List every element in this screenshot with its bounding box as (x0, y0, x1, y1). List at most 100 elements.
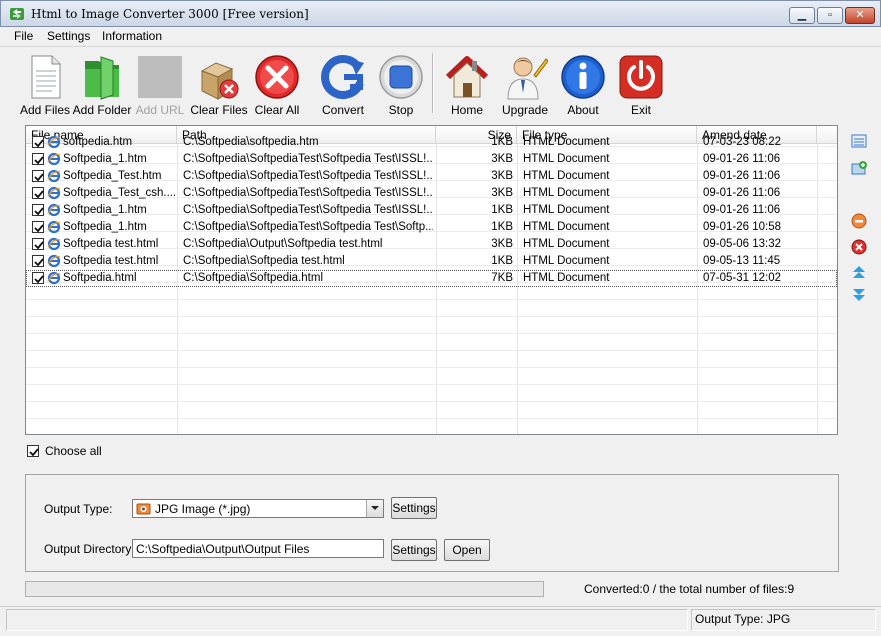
checkmark-icon (34, 241, 44, 250)
file-name-cell: Softpedia_1.htm (63, 221, 147, 233)
clear-all-icon (255, 55, 299, 99)
upgrade-icon (507, 57, 548, 100)
path-cell: C:\Softpedia\SoftpediaTest\Softpedia Tes… (183, 170, 433, 182)
html-file-icon (47, 169, 61, 183)
file-name-cell: Softpedia_Test.htm (63, 170, 162, 182)
output-directory-label: Output Directory: (44, 542, 135, 556)
menu-bar: File Settings Information (0, 27, 881, 45)
table-row[interactable]: Softpedia_1.htm C:\Softpedia\SoftpediaTes… (26, 151, 837, 168)
file-list[interactable]: File name Path Size File type Amend date… (25, 125, 838, 435)
html-file-icon (47, 186, 61, 200)
grid-line (26, 384, 837, 385)
file-name-cell: Softpedia test.html (63, 255, 159, 267)
checkmark-icon (34, 207, 44, 216)
file-type-cell: HTML Document (523, 255, 610, 267)
chevron-down-icon[interactable] (366, 500, 383, 517)
html-file-icon (47, 203, 61, 217)
stop-label: Stop (388, 103, 414, 117)
remove-item-icon[interactable] (851, 213, 867, 229)
delete-item-icon[interactable] (851, 239, 867, 255)
move-down-icon[interactable] (851, 287, 867, 303)
checkmark-icon (34, 190, 44, 199)
document-icon (31, 55, 61, 99)
choose-all-label: Choose all (45, 444, 102, 458)
output-type-select[interactable]: JPG Image (*.jpg) (132, 499, 384, 518)
table-row[interactable]: Softpedia_1.htm C:\Softpedia\SoftpediaTes… (26, 202, 837, 219)
move-up-icon[interactable] (851, 264, 867, 280)
table-row[interactable]: Softpedia_1.htm C:\Softpedia\SoftpediaTes… (26, 219, 837, 236)
row-checkbox[interactable] (32, 187, 44, 199)
grid-line (26, 333, 837, 334)
exit-button[interactable]: Exit (610, 51, 672, 117)
size-cell: 1KB (491, 204, 513, 216)
menu-information[interactable]: Information (102, 29, 162, 43)
jpg-image-icon (136, 503, 151, 515)
size-cell: 7KB (491, 272, 513, 284)
row-checkbox[interactable] (32, 272, 44, 284)
stop-button[interactable]: Stop (370, 51, 432, 117)
checkmark-icon (34, 156, 44, 165)
table-row[interactable]: Softpedia test.html C:\Softpedia\Output\S… (26, 236, 837, 253)
exit-label: Exit (630, 103, 651, 117)
size-cell: 3KB (491, 170, 513, 182)
row-checkbox[interactable] (32, 238, 44, 250)
options-panel: Output Type: JPG Image (*.jpg) Settings … (25, 474, 839, 572)
checkmark-icon (34, 173, 44, 182)
table-row[interactable]: softpedia.htm C:\Softpedia\softpedia.htm 1… (26, 134, 837, 151)
row-checkbox[interactable] (32, 204, 44, 216)
output-directory-settings-button[interactable]: Settings (391, 539, 437, 561)
menu-settings[interactable]: Settings (47, 29, 90, 43)
table-row[interactable]: Softpedia_Test.htm C:\Softpedia\Softpedia… (26, 168, 837, 185)
output-type-label: Output Type: (44, 502, 113, 516)
progress-bar (25, 581, 544, 597)
close-button[interactable]: ✕ (845, 7, 875, 24)
toolbar: Add Files Add Folder Add URL Clear Files (0, 46, 881, 118)
maximize-button[interactable]: ▫ (817, 7, 843, 24)
amend-date-cell: 07-05-31 12:02 (703, 272, 782, 284)
file-type-cell: HTML Document (523, 170, 610, 182)
file-type-cell: HTML Document (523, 272, 610, 284)
status-output-type: Output Type: JPG (695, 612, 791, 626)
file-name-cell: Softpedia.html (63, 272, 137, 284)
choose-all-box[interactable] (27, 445, 39, 457)
checkmark-icon (29, 448, 39, 457)
grid-line (26, 350, 837, 351)
path-cell: C:\Softpedia\Output\Softpedia test.html (183, 238, 383, 250)
size-cell: 3KB (491, 187, 513, 199)
file-name-cell: Softpedia test.html (63, 238, 159, 250)
menu-file[interactable]: File (14, 29, 33, 43)
amend-date-cell: 07-03-23 08:22 (703, 136, 782, 148)
table-row[interactable]: Softpedia_Test_csh.... C:\Softpedia\Softp… (26, 185, 837, 202)
checkmark-icon (34, 224, 44, 233)
table-row[interactable]: Softpedia test.html C:\Softpedia\Softpedi… (26, 253, 837, 270)
info-icon (561, 55, 605, 99)
add-item-icon[interactable] (851, 160, 867, 176)
row-checkbox[interactable] (32, 153, 44, 165)
row-checkbox[interactable] (32, 221, 44, 233)
output-type-settings-button[interactable]: Settings (391, 497, 437, 519)
file-type-cell: HTML Document (523, 187, 610, 199)
file-name-cell: Softpedia_1.htm (63, 153, 147, 165)
title-bar: Html to Image Converter 3000 [Free versi… (0, 0, 881, 27)
row-checkbox[interactable] (32, 170, 44, 182)
output-directory-input[interactable] (132, 539, 384, 558)
size-cell: 3KB (491, 153, 513, 165)
amend-date-cell: 09-05-13 11:45 (703, 255, 781, 267)
file-type-cell: HTML Document (523, 153, 610, 165)
output-type-value: JPG Image (*.jpg) (155, 502, 251, 516)
clear-files-icon (200, 62, 239, 100)
html-file-icon (47, 220, 61, 234)
grid-line (26, 299, 837, 300)
path-cell: C:\Softpedia\SoftpediaTest\Softpedia Tes… (183, 204, 433, 216)
row-checkbox[interactable] (32, 255, 44, 267)
checkmark-icon (34, 258, 44, 267)
table-row[interactable]: Softpedia.html C:\Softpedia\Softpedia.htm… (26, 270, 837, 287)
list-view-icon[interactable] (851, 133, 867, 149)
row-checkbox[interactable] (32, 136, 44, 148)
clear-all-button[interactable]: Clear All (246, 51, 308, 117)
convert-icon (321, 55, 364, 99)
status-bar: Output Type: JPG (0, 606, 881, 636)
minimize-button[interactable]: ▁ (789, 7, 815, 24)
app-icon (10, 8, 24, 20)
open-directory-button[interactable]: Open (444, 539, 490, 561)
